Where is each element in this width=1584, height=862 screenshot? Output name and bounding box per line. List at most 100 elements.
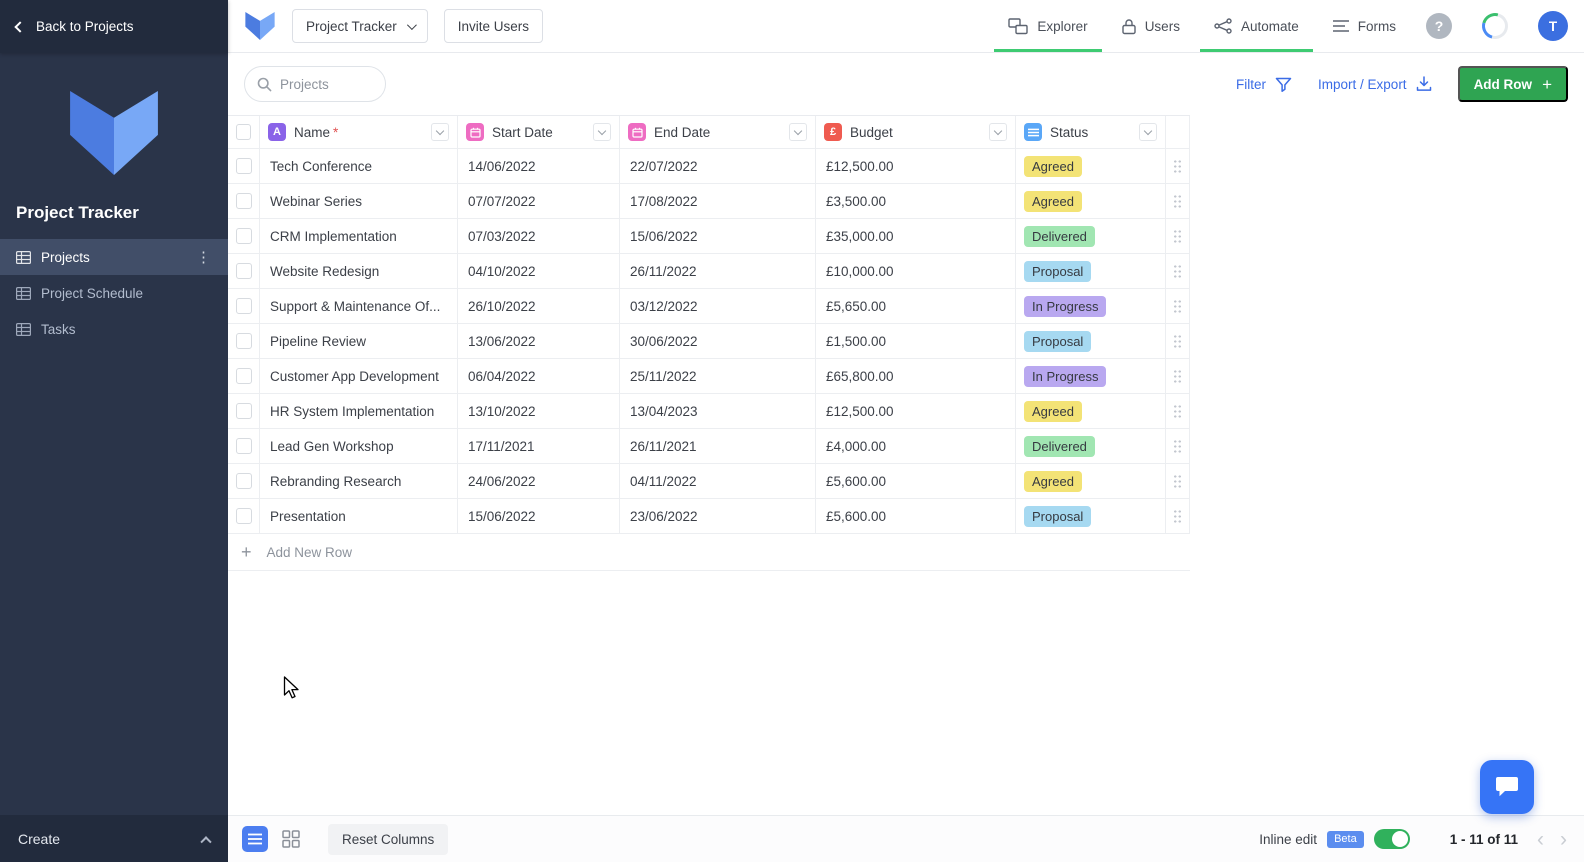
row-drag-handle[interactable] xyxy=(1166,324,1190,358)
table-row[interactable]: Customer App Development 06/04/2022 25/11/… xyxy=(228,359,1190,394)
cell-budget[interactable]: £10,000.00 xyxy=(816,254,1016,288)
top-nav-users[interactable]: Users xyxy=(1121,0,1180,52)
row-drag-handle[interactable] xyxy=(1166,219,1190,253)
row-select-cell[interactable] xyxy=(228,499,260,533)
grid-view-button[interactable] xyxy=(278,826,304,852)
cell-status[interactable]: Delivered xyxy=(1016,219,1166,253)
row-select-cell[interactable] xyxy=(228,254,260,288)
top-nav-explorer[interactable]: Explorer xyxy=(994,0,1103,52)
cell-status[interactable]: Proposal xyxy=(1016,499,1166,533)
cell-start[interactable]: 17/11/2021 xyxy=(458,429,620,463)
invite-users-button[interactable]: Invite Users xyxy=(443,9,544,43)
row-drag-handle[interactable] xyxy=(1166,464,1190,498)
select-all-cell[interactable] xyxy=(228,116,260,148)
row-drag-handle[interactable] xyxy=(1166,499,1190,533)
user-avatar[interactable]: T xyxy=(1538,11,1568,41)
row-checkbox[interactable] xyxy=(235,263,252,279)
row-checkbox[interactable] xyxy=(235,438,252,454)
row-select-cell[interactable] xyxy=(228,149,260,183)
cell-name[interactable]: Rebranding Research xyxy=(260,464,458,498)
cell-end[interactable]: 04/11/2022 xyxy=(620,464,816,498)
filter-button[interactable]: Filter xyxy=(1236,77,1292,92)
row-select-cell[interactable] xyxy=(228,359,260,393)
reset-columns-button[interactable]: Reset Columns xyxy=(328,823,449,855)
cell-name[interactable]: Support & Maintenance Of... xyxy=(260,289,458,323)
row-drag-handle[interactable] xyxy=(1166,429,1190,463)
row-drag-handle[interactable] xyxy=(1166,149,1190,183)
column-dropdown-icon[interactable] xyxy=(789,123,807,141)
project-selector-dropdown[interactable]: Project Tracker xyxy=(292,9,428,43)
inline-edit-toggle[interactable] xyxy=(1373,829,1410,849)
cell-end[interactable]: 03/12/2022 xyxy=(620,289,816,323)
cell-budget[interactable]: £12,500.00 xyxy=(816,394,1016,428)
cell-status[interactable]: Agreed xyxy=(1016,464,1166,498)
cell-status[interactable]: Proposal xyxy=(1016,254,1166,288)
table-row[interactable]: Support & Maintenance Of... 26/10/2022 03/… xyxy=(228,289,1190,324)
table-row[interactable]: Tech Conference 14/06/2022 22/07/2022 £12,5… xyxy=(228,149,1190,184)
cell-name[interactable]: Website Redesign xyxy=(260,254,458,288)
back-to-projects-button[interactable]: Back to Projects xyxy=(0,0,228,53)
cell-start[interactable]: 26/10/2022 xyxy=(458,289,620,323)
sidebar-item-project-schedule[interactable]: Project Schedule xyxy=(0,275,228,311)
table-row[interactable]: Rebranding Research 24/06/2022 04/11/2022 £… xyxy=(228,464,1190,499)
cell-start[interactable]: 14/06/2022 xyxy=(458,149,620,183)
next-page-icon[interactable]: › xyxy=(1557,829,1570,850)
column-header-name[interactable]: A Name * xyxy=(260,116,458,148)
cell-budget[interactable]: £5,600.00 xyxy=(816,464,1016,498)
row-drag-handle[interactable] xyxy=(1166,289,1190,323)
table-row[interactable]: Presentation 15/06/2022 23/06/2022 £5,600.0… xyxy=(228,499,1190,534)
table-row[interactable]: HR System Implementation 13/10/2022 13/04/… xyxy=(228,394,1190,429)
search-box[interactable] xyxy=(244,66,386,102)
cell-end[interactable]: 25/11/2022 xyxy=(620,359,816,393)
cell-status[interactable]: Agreed xyxy=(1016,149,1166,183)
row-drag-handle[interactable] xyxy=(1166,394,1190,428)
column-dropdown-icon[interactable] xyxy=(1139,123,1157,141)
cell-name[interactable]: HR System Implementation xyxy=(260,394,458,428)
cell-name[interactable]: CRM Implementation xyxy=(260,219,458,253)
cell-end[interactable]: 17/08/2022 xyxy=(620,184,816,218)
select-all-checkbox[interactable] xyxy=(236,124,251,140)
top-nav-forms[interactable]: Forms xyxy=(1332,0,1396,52)
row-select-cell[interactable] xyxy=(228,394,260,428)
cell-budget[interactable]: £5,600.00 xyxy=(816,499,1016,533)
row-select-cell[interactable] xyxy=(228,219,260,253)
table-row[interactable]: Pipeline Review 13/06/2022 30/06/2022 £1,50… xyxy=(228,324,1190,359)
row-checkbox[interactable] xyxy=(235,473,252,489)
kebab-menu-icon[interactable]: ⋮ xyxy=(196,248,212,266)
row-checkbox[interactable] xyxy=(235,333,252,349)
cell-status[interactable]: In Progress xyxy=(1016,289,1166,323)
cell-budget[interactable]: £65,800.00 xyxy=(816,359,1016,393)
sidebar-item-tasks[interactable]: Tasks xyxy=(0,311,228,347)
cell-status[interactable]: Proposal xyxy=(1016,324,1166,358)
cell-start[interactable]: 13/10/2022 xyxy=(458,394,620,428)
create-button[interactable]: Create xyxy=(0,815,228,862)
row-select-cell[interactable] xyxy=(228,184,260,218)
table-row[interactable]: Lead Gen Workshop 17/11/2021 26/11/2021 £4,… xyxy=(228,429,1190,464)
import-export-button[interactable]: Import / Export xyxy=(1318,76,1432,92)
cell-end[interactable]: 26/11/2021 xyxy=(620,429,816,463)
cell-start[interactable]: 15/06/2022 xyxy=(458,499,620,533)
chat-widget-button[interactable] xyxy=(1480,760,1534,814)
cell-name[interactable]: Tech Conference xyxy=(260,149,458,183)
row-checkbox[interactable] xyxy=(235,368,252,384)
cell-budget[interactable]: £12,500.00 xyxy=(816,149,1016,183)
cell-status[interactable]: In Progress xyxy=(1016,359,1166,393)
cell-name[interactable]: Webinar Series xyxy=(260,184,458,218)
column-header-budget[interactable]: £ Budget xyxy=(816,116,1016,148)
column-header-end[interactable]: End Date xyxy=(620,116,816,148)
row-checkbox[interactable] xyxy=(235,228,252,244)
cell-budget[interactable]: £1,500.00 xyxy=(816,324,1016,358)
cell-start[interactable]: 24/06/2022 xyxy=(458,464,620,498)
row-checkbox[interactable] xyxy=(235,298,252,314)
cell-start[interactable]: 06/04/2022 xyxy=(458,359,620,393)
cell-name[interactable]: Lead Gen Workshop xyxy=(260,429,458,463)
cell-name[interactable]: Customer App Development xyxy=(260,359,458,393)
cell-end[interactable]: 22/07/2022 xyxy=(620,149,816,183)
row-drag-handle[interactable] xyxy=(1166,359,1190,393)
table-row[interactable]: Webinar Series 07/07/2022 17/08/2022 £3,500… xyxy=(228,184,1190,219)
cell-start[interactable]: 13/06/2022 xyxy=(458,324,620,358)
add-row-button[interactable]: Add Row + xyxy=(1457,66,1568,102)
row-drag-handle[interactable] xyxy=(1166,184,1190,218)
row-checkbox[interactable] xyxy=(235,193,252,209)
row-select-cell[interactable] xyxy=(228,429,260,463)
